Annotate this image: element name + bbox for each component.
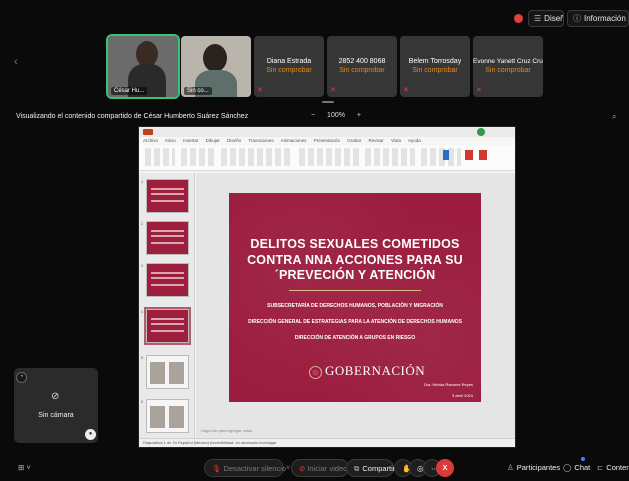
slide-date: 3 abril 2024 [452,393,473,398]
notes-placeholder[interactable]: Haga clic para agregar notas [201,428,252,433]
chat-button[interactable]: ◯ Chat [563,459,590,477]
design-button[interactable]: ☰Diseño [528,10,564,27]
video-off-icon: ⊘ [299,464,306,473]
menu-file[interactable]: Archivo [143,138,158,143]
zoom-in-button[interactable]: + [357,112,361,119]
zoom-out-button[interactable]: − [311,112,315,119]
menu-view[interactable]: Vista [391,138,401,143]
participant-tile-diana[interactable]: Diana Estrada Sin comprobar ✕ [254,36,324,97]
share-viewing-label: Visualizando el contenido compartido de … [16,113,249,120]
slide-thumbnail[interactable] [146,399,189,433]
end-call-button[interactable]: X [436,459,454,477]
slide-thumbnails: 1 2 3 4 5 6 [139,173,195,441]
slide-title: DELITOS SEXUALES COMETIDOS CONTRA NNA AC… [247,237,463,282]
info-icon: ⓘ [573,14,581,23]
menu-help[interactable]: Ayuda [408,138,421,143]
menu-transitions[interactable]: Transiciones [248,138,273,143]
participant-tile-evonne[interactable]: Evonne Yanett Cruz Cruz Sin comprobar ✕ [473,36,543,97]
unmute-dropdown-icon[interactable]: ˅ [286,459,290,477]
participant-name: 2852 400 8068 [338,58,386,65]
menu-draw[interactable]: Dibujar [206,138,220,143]
menu-animations[interactable]: Animaciones [281,138,307,143]
participant-label: Sin co... [184,87,212,95]
menu-review[interactable]: Revisar [369,138,384,143]
search-icon[interactable]: ⌕ [612,112,616,122]
participant-name: Evonne Yanett Cruz Cruz [473,58,543,65]
zoom-level: 100% [327,112,345,119]
ribbon-menu: Archivo Inicio Insertar Dibujar Diseño T… [139,137,515,145]
start-video-button[interactable]: ⊘Iniciar video ˅ [291,459,354,477]
participant-status: Sin comprobar [339,67,385,74]
designer-icon[interactable] [443,150,449,160]
menu-slideshow[interactable]: Presentación [314,138,340,143]
content-icon: ⊏ [597,463,604,472]
meeting-info-button[interactable]: ⓘInformación de Meeting [567,10,629,27]
participant-tile-cesar[interactable]: César Hu... [106,34,180,99]
mic-off-icon: ✕ [476,87,482,94]
participant-status: Sin comprobar [266,67,312,74]
mic-off-icon: ✕ [403,87,409,94]
present-icon[interactable] [479,150,487,160]
content-button[interactable]: ⊏Contenido [597,459,629,477]
participant-video [203,44,227,72]
participant-status: Sin comprobar [412,67,458,74]
slide-divider [289,289,421,291]
slide-subtitle-3: DIRECCIÓN DE ATENCIÓN A GRUPOS EN RIESGO [294,334,416,341]
menu-record[interactable]: Grabar [347,138,361,143]
share-button[interactable]: ⧉ Compartir [346,459,395,477]
slide-thumbnail[interactable] [146,263,189,297]
participant-label: César Hu... [111,87,148,95]
participant-status: Sin comprobar [485,67,531,74]
recording-indicator [514,14,523,23]
signal-icon: ◔ [16,372,27,383]
shared-screen: Archivo Inicio Insertar Dibujar Diseño T… [138,126,516,448]
slide-subtitle-1: SUBSECRETARÍA DE DERECHOS HUMANOS, POBLA… [267,302,443,309]
window-title-bar [139,127,515,137]
slide-thumbnail[interactable] [146,179,189,213]
slide-thumbnail-selected[interactable] [144,307,191,345]
mic-off-icon: ✕ [257,87,263,94]
participant-tile-2[interactable]: Sin co... [181,36,251,97]
slide-subtitle-2: DIRECCIÓN GENERAL DE ESTRATEGIAS PARA LA… [248,318,462,325]
menu-design[interactable]: Diseño [227,138,241,143]
ribbon-toolbar [139,145,515,171]
participants-icon: ♙ [507,463,514,472]
mic-off-icon: ✕ [330,87,336,94]
participant-name: Diana Estrada [266,58,312,65]
unmute-button[interactable]: 🎙 Desactivar silencio [204,459,286,477]
strip-scroll-handle[interactable] [322,101,334,103]
share-screen-icon: ⧉ [354,464,360,473]
self-view-tile[interactable]: ◔ ⊘ Sin cámara ● [14,368,98,443]
mic-off-icon: 🎙 [212,464,222,473]
participants-button[interactable]: ♙ Participantes [507,459,560,477]
record-icon[interactable] [465,150,473,160]
participant-tile-phone[interactable]: 2852 400 8068 Sin comprobar ✕ [327,36,397,97]
slide[interactable]: DELITOS SEXUALES COMETIDOS CONTRA NNA AC… [229,193,481,402]
status-bar: Diapositiva 1 de 24 Español (México) Acc… [139,438,515,447]
previous-participants-icon[interactable]: ‹ [14,56,18,68]
menu-insert[interactable]: Insertar [183,138,198,143]
self-view-label: Sin cámara [38,412,74,419]
camera-off-icon: ⊘ [51,391,60,402]
slide-canvas: DELITOS SEXUALES COMETIDOS CONTRA NNA AC… [196,173,515,441]
chat-notification-badge [581,457,585,461]
zoom-control: − 100% + [306,112,366,119]
slide-thumbnail[interactable] [146,355,189,389]
powerpoint-icon [143,129,153,135]
menu-home[interactable]: Inicio [165,138,176,143]
participant-name: Belem Torrosday [408,58,462,65]
gobernacion-logo: GOBERNACIÓN [309,364,425,381]
mic-icon[interactable]: ● [85,429,96,440]
slide-thumbnail[interactable] [146,221,189,255]
layout-menu-icon[interactable]: ⊞ ˅ [18,459,31,477]
design-icon: ☰ [534,14,542,23]
avatar [477,128,485,136]
participant-tile-belem[interactable]: Belem Torrosday Sin comprobar ✕ [400,36,470,97]
seal-icon [309,366,322,379]
slide-author: Dra. Nérida Ramírez Reyes [423,382,473,387]
chat-icon: ◯ [563,463,572,472]
